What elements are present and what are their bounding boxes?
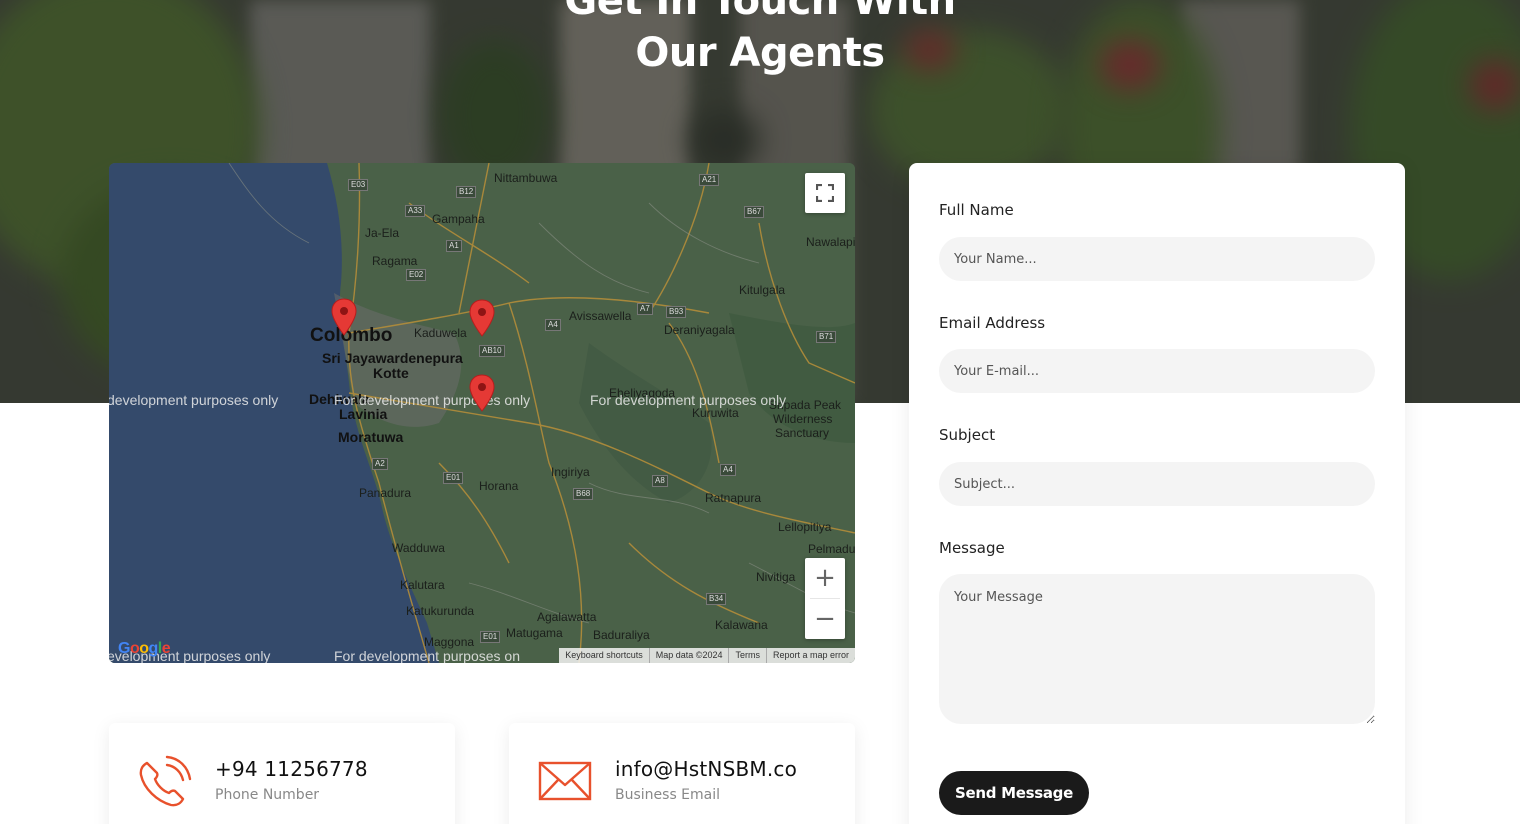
- map-label-agalawatta: Agalawatta: [537, 610, 597, 624]
- map-label-maggona: Maggona: [424, 635, 475, 649]
- map-data-text: Map data ©2024: [650, 648, 730, 663]
- map-label-kotte: Kotte: [373, 365, 409, 381]
- map-label-sanctuary: Sanctuary: [775, 426, 830, 440]
- road-shield: B34: [706, 593, 727, 605]
- zoom-in-button[interactable]: +: [805, 558, 845, 598]
- map-label-moratuwa: Moratuwa: [338, 429, 404, 445]
- map-label-kuruwita: Kuruwita: [692, 406, 739, 420]
- road-shield: B68: [573, 488, 594, 500]
- road-shield: B67: [744, 206, 765, 218]
- map-pin-icon[interactable]: [469, 299, 495, 337]
- send-message-button[interactable]: Send Message: [939, 771, 1089, 815]
- road-shield: AB10: [479, 345, 505, 357]
- map-label-ja-ela: Ja-Ela: [365, 226, 400, 240]
- map-label-nivithigala: Nivitiga: [756, 570, 796, 584]
- road-shield: A7: [637, 303, 653, 315]
- subject-input[interactable]: [939, 462, 1375, 506]
- map-label-sri-jayawardenepura: Sri Jayawardenepura: [322, 350, 463, 366]
- report-error-link[interactable]: Report a map error: [767, 648, 855, 663]
- map-label-deraniyagala: Deraniyagala: [664, 323, 735, 337]
- map-label-lellopitiya: Lellopitiya: [778, 520, 832, 534]
- page-title-line1: Get In Touch With: [564, 0, 956, 24]
- map-label-nittambuwa: Nittambuwa: [494, 171, 558, 185]
- keyboard-shortcuts-link[interactable]: Keyboard shortcuts: [559, 648, 650, 663]
- map-label-ingiriya: Ingiriya: [551, 465, 590, 479]
- road-shield: E03: [348, 179, 369, 191]
- map-label-pelmadulla: Pelmadu: [808, 542, 855, 556]
- map-label-kaduwela: Kaduwela: [414, 326, 467, 340]
- road-shield: A33: [405, 205, 426, 217]
- map-terrain: [109, 163, 855, 663]
- map-pin-icon[interactable]: [331, 298, 357, 336]
- map-pin-icon[interactable]: [469, 374, 495, 412]
- fullscreen-button[interactable]: [805, 173, 845, 213]
- dev-watermark: For development purposes only: [334, 392, 531, 408]
- subject-label: Subject: [939, 426, 996, 444]
- page-title-line2: Our Agents: [635, 30, 885, 76]
- dev-watermark: For development purposes on: [334, 648, 520, 663]
- road-shield: B93: [666, 306, 687, 318]
- road-shield: B71: [816, 331, 837, 343]
- business-email-label: Business Email: [615, 787, 721, 803]
- zoom-out-button[interactable]: −: [805, 599, 845, 639]
- terms-link[interactable]: Terms: [729, 648, 767, 663]
- email-input[interactable]: [939, 349, 1375, 393]
- map-label-katukurunda: Katukurunda: [406, 604, 475, 618]
- dev-watermark: development purposes only: [109, 392, 279, 408]
- email-card: info@HstNSBM.co Business Email: [509, 723, 855, 824]
- phone-icon: [139, 755, 192, 807]
- map-label-panadura: Panadura: [359, 486, 412, 500]
- road-shield: B12: [456, 186, 477, 198]
- business-email-value[interactable]: info@HstNSBM.co: [615, 757, 797, 781]
- message-textarea[interactable]: [939, 574, 1375, 724]
- map-attribution: Keyboard shortcuts Map data ©2024 Terms …: [559, 648, 855, 663]
- map-label-kitulgala: Kitulgala: [739, 283, 786, 297]
- dev-watermark: For development purposes only: [590, 392, 787, 408]
- fullscreen-icon: [816, 184, 834, 202]
- google-logo[interactable]: Google: [118, 640, 171, 658]
- map-label-wilderness: Wilderness: [773, 412, 833, 426]
- map-label-lavinia: Lavinia: [339, 406, 388, 422]
- map-label-ratnapura: Ratnapura: [705, 491, 762, 505]
- full-name-input[interactable]: [939, 237, 1375, 281]
- map-label-wadduwa: Wadduwa: [392, 541, 445, 555]
- map-label-ragama: Ragama: [372, 254, 418, 268]
- phone-number-value[interactable]: +94 11256778: [215, 757, 368, 781]
- zoom-controls: + −: [805, 558, 845, 639]
- map-label-gampaha: Gampaha: [432, 212, 485, 226]
- map-label-horana: Horana: [479, 479, 519, 493]
- map-label-kalutara: Kalutara: [400, 578, 445, 592]
- road-shield: A4: [545, 319, 561, 331]
- envelope-icon: [538, 761, 592, 801]
- road-shield: A2: [372, 458, 388, 470]
- road-shield: E01: [443, 472, 464, 484]
- message-label: Message: [939, 539, 1005, 557]
- contact-form: Full Name Email Address Subject Message …: [909, 163, 1405, 824]
- phone-number-label: Phone Number: [215, 787, 320, 803]
- road-shield: E01: [480, 631, 501, 643]
- map-label-avissawella: Avissawella: [569, 309, 632, 323]
- road-shield: A8: [652, 475, 668, 487]
- phone-card: +94 11256778 Phone Number: [109, 723, 455, 824]
- map-label-nawalapi: Nawalapi: [806, 235, 855, 249]
- map-label-kalawana: Kalawana: [715, 618, 768, 632]
- road-shield: E02: [406, 269, 427, 281]
- map-label-baduraliya: Baduraliya: [593, 628, 650, 642]
- google-map[interactable]: Nittambuwa Gampaha Ja-Ela Ragama Nawalap…: [109, 163, 855, 663]
- full-name-label: Full Name: [939, 201, 1014, 219]
- road-shield: A1: [446, 240, 462, 252]
- email-label: Email Address: [939, 314, 1046, 332]
- road-shield: A4: [720, 464, 736, 476]
- road-shield: A21: [699, 174, 720, 186]
- map-label-matugama: Matugama: [506, 626, 563, 640]
